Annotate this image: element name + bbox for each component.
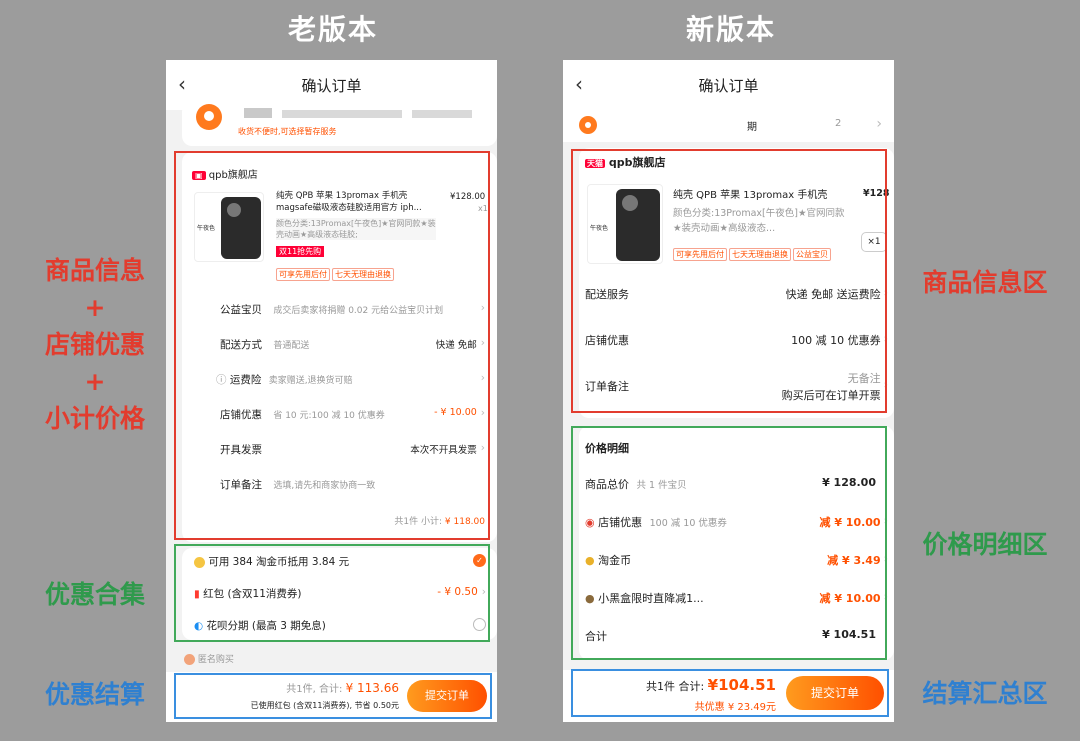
label-price-detail-area: 价格明细区 <box>922 530 1048 559</box>
old-product-box <box>174 151 490 540</box>
checkbox-icon[interactable] <box>184 654 195 665</box>
left-red-labels: 商品信息 + 店铺优惠 + 小计价格 <box>30 252 160 437</box>
new-price-detail-box <box>571 426 887 660</box>
old-version-title: 老版本 <box>288 13 379 46</box>
new-settlement-box <box>571 669 889 717</box>
back-arrow-icon[interactable]: ‹ <box>575 72 583 96</box>
label-plus: + <box>84 367 106 396</box>
new-product-box <box>571 149 887 413</box>
label-discount-collection: 优惠合集 <box>44 580 145 609</box>
address-row[interactable]: 期 2 › <box>563 110 894 142</box>
label-checkout-summary-area: 结算汇总区 <box>922 679 1048 708</box>
address-note: 收货不便时,可选择暂存服务 <box>238 127 337 136</box>
anonymous-purchase[interactable]: 匿名购买 <box>184 652 234 665</box>
chevron-right-icon: › <box>876 116 882 132</box>
label-product-info: 商品信息 <box>44 256 145 285</box>
address-tail: 2 <box>835 118 842 129</box>
label-subtotal: 小计价格 <box>44 404 145 433</box>
back-arrow-icon[interactable]: ‹ <box>178 72 186 96</box>
address-text: 期 <box>747 122 757 133</box>
label-store-discount: 店铺优惠 <box>44 330 145 359</box>
anonymous-label: 匿名购买 <box>197 655 234 665</box>
page-title: 确认订单 <box>301 76 362 95</box>
location-pin-icon <box>579 116 597 134</box>
location-pin-icon <box>196 104 222 130</box>
label-product-area: 商品信息区 <box>922 268 1048 297</box>
address-card[interactable]: 收货不便时,可选择暂存服务 <box>182 102 497 146</box>
label-discount-settlement: 优惠结算 <box>44 680 145 709</box>
old-discount-box <box>174 544 490 642</box>
page-title: 确认订单 <box>698 76 759 95</box>
new-version-title: 新版本 <box>686 13 777 46</box>
old-settlement-box <box>174 673 492 719</box>
nav-bar: ‹ 确认订单 <box>563 60 894 110</box>
label-plus: + <box>84 293 106 322</box>
